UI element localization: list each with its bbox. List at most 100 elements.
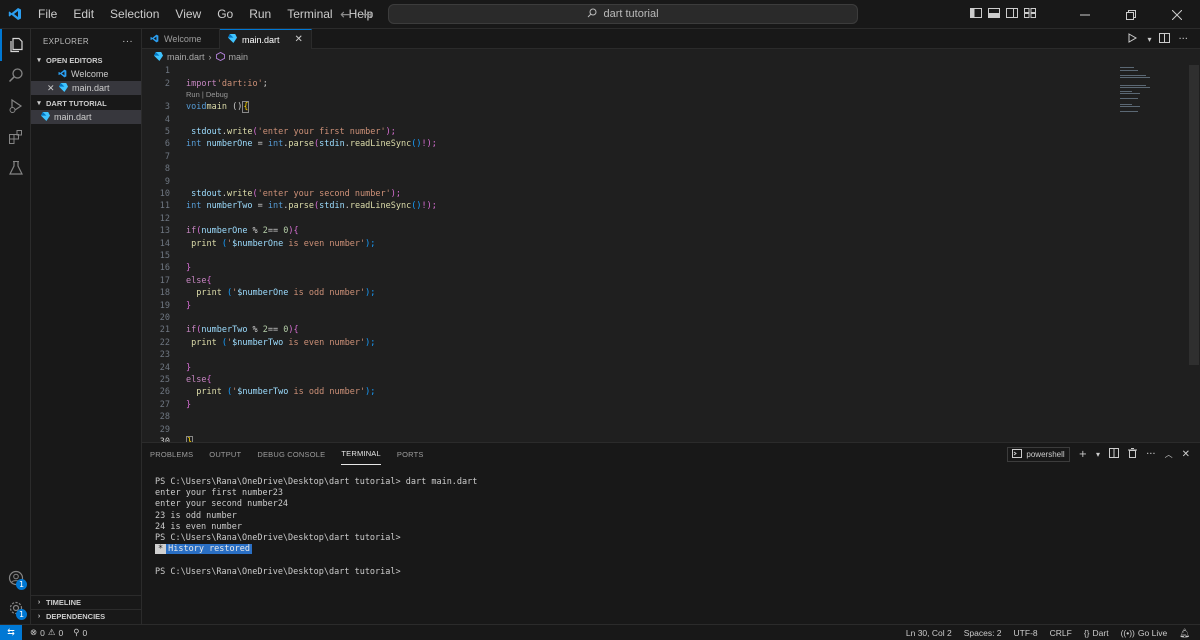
remote-icon[interactable]: ⇆: [0, 624, 22, 640]
toggle-panel-icon[interactable]: [988, 8, 1000, 21]
menu-go[interactable]: Go: [209, 0, 241, 29]
menu-bar: File Edit Selection View Go Run Terminal…: [30, 0, 381, 29]
timeline-section[interactable]: › TIMELINE: [31, 595, 141, 609]
dart-file-icon: [154, 51, 163, 63]
editor-scrollbar[interactable]: [1186, 65, 1200, 442]
history-marker: *: [155, 544, 167, 555]
code-line-11: int numberTwo = int. parse(stdin. readLine…: [186, 201, 437, 212]
trash-icon[interactable]: [1128, 447, 1138, 461]
close-icon[interactable]: ✕: [47, 83, 55, 94]
chevron-down-icon[interactable]: ▾: [1147, 35, 1151, 44]
menu-edit[interactable]: Edit: [65, 0, 102, 29]
menu-view[interactable]: View: [167, 0, 209, 29]
terminal-line: PS C:\Users\Rana\OneDrive\Desktop\dart t…: [155, 532, 401, 543]
line-number: 3: [164, 102, 170, 113]
terminal-line: 23 is odd number: [155, 510, 237, 521]
tab-main-dart[interactable]: main.dart ✕: [220, 29, 312, 49]
broadcast-icon: ((•)): [1120, 628, 1135, 638]
command-center[interactable]: dart tutorial: [388, 4, 858, 24]
end-of-line[interactable]: CRLF: [1050, 628, 1072, 638]
notifications-bell-icon[interactable]: 🔔︎: [1179, 628, 1190, 639]
minimize-button[interactable]: [1062, 0, 1108, 29]
tab-terminal[interactable]: TERMINAL: [341, 443, 381, 465]
line-number: 28: [159, 412, 170, 423]
breadcrumb-symbol[interactable]: main: [229, 52, 249, 62]
encoding[interactable]: UTF-8: [1014, 628, 1038, 638]
close-icon[interactable]: ✕: [295, 34, 303, 45]
explorer-sidebar: EXPLORER ··· ▾ OPEN EDITORS Welcome ✕ ma…: [31, 29, 142, 624]
open-editors-section[interactable]: ▾ OPEN EDITORS: [31, 53, 141, 67]
ports-status[interactable]: ⚲ 0: [73, 627, 87, 638]
code-editor[interactable]: 1 2 3 4 5 6 7 8 9 10 11 12 13 14 15 16 1…: [142, 65, 1200, 442]
cursor-position[interactable]: Ln 30, Col 2: [906, 628, 952, 638]
split-editor-icon[interactable]: [1159, 32, 1171, 46]
manage-gear-icon[interactable]: 1: [0, 592, 31, 624]
problems-status[interactable]: ⊗ 0 ⚠ 0: [30, 627, 63, 638]
tab-output[interactable]: OUTPUT: [209, 443, 241, 465]
toggle-secondary-sidebar-icon[interactable]: [1006, 8, 1018, 21]
language-mode[interactable]: {} Dart: [1084, 628, 1109, 638]
close-panel-icon[interactable]: ✕: [1182, 449, 1190, 460]
radio-tower-icon: ⚲: [73, 627, 80, 637]
vscode-logo-icon: [0, 0, 30, 29]
terminal-shell-selector[interactable]: powershell: [1007, 446, 1070, 462]
search-view-icon[interactable]: [0, 59, 31, 91]
toggle-primary-sidebar-icon[interactable]: [970, 8, 982, 21]
file-main-dart[interactable]: main.dart: [31, 110, 141, 124]
extensions-icon[interactable]: [0, 121, 31, 153]
menu-file[interactable]: File: [30, 0, 65, 29]
command-center-text: dart tutorial: [603, 8, 659, 20]
tab-welcome[interactable]: Welcome: [142, 29, 220, 49]
run-debug-codelens[interactable]: Run | Debug: [186, 90, 228, 99]
run-dart-icon[interactable]: [1127, 32, 1139, 46]
testing-flask-icon[interactable]: [0, 152, 31, 184]
open-editor-label: Welcome: [71, 69, 109, 79]
line-number: 25: [159, 374, 170, 385]
minimap[interactable]: [1118, 65, 1158, 125]
line-number: 2: [164, 78, 170, 89]
menu-terminal[interactable]: Terminal: [279, 0, 340, 29]
code-line-21: if(numberTwo % 2 == 0){: [186, 325, 299, 336]
more-actions-icon[interactable]: ···: [1146, 449, 1156, 460]
tab-ports[interactable]: PORTS: [397, 443, 424, 465]
forward-arrow-icon[interactable]: →: [362, 7, 374, 23]
dependencies-section[interactable]: › DEPENDENCIES: [31, 609, 141, 623]
more-actions-icon[interactable]: ···: [1178, 34, 1188, 45]
code-line-25: else{: [186, 374, 212, 385]
accounts-icon[interactable]: 1: [0, 562, 31, 594]
back-arrow-icon[interactable]: ←: [340, 7, 352, 23]
chevron-down-icon[interactable]: ▾: [1096, 450, 1100, 459]
open-editor-welcome[interactable]: Welcome: [31, 67, 141, 81]
accounts-badge: 1: [16, 579, 27, 590]
dependencies-label: DEPENDENCIES: [46, 612, 106, 621]
project-section[interactable]: ▾ DART TUTORIAL: [31, 96, 141, 110]
customize-layout-icon[interactable]: [1024, 8, 1036, 21]
status-right: Ln 30, Col 2 Spaces: 2 UTF-8 CRLF {} Dart…: [906, 625, 1190, 640]
go-live-button[interactable]: ((•)) Go Live: [1121, 628, 1168, 638]
indentation[interactable]: Spaces: 2: [964, 628, 1002, 638]
maximize-panel-icon[interactable]: ︿: [1165, 449, 1173, 460]
editor-tabs: Welcome main.dart ✕ ▾ ···: [142, 29, 1200, 49]
code-line-13: if(numberOne % 2 == 0){: [186, 226, 299, 237]
breadcrumb-file[interactable]: main.dart: [167, 52, 205, 62]
tab-label: main.dart: [242, 34, 280, 45]
split-terminal-icon[interactable]: [1109, 447, 1120, 461]
new-terminal-icon[interactable]: +: [1079, 449, 1087, 460]
terminal-line: enter your second number24: [155, 499, 289, 510]
chevron-right-icon: ›: [37, 613, 41, 620]
line-number: 1: [164, 66, 170, 77]
close-window-button[interactable]: [1154, 0, 1200, 29]
terminal-line: 24 is even number: [155, 521, 242, 532]
tab-problems[interactable]: PROBLEMS: [150, 443, 193, 465]
error-icon: ⊗: [30, 627, 38, 637]
open-editor-main-dart[interactable]: ✕ main.dart: [31, 81, 141, 95]
more-actions-icon[interactable]: ···: [122, 36, 133, 47]
tab-debug-console[interactable]: DEBUG CONSOLE: [257, 443, 325, 465]
menu-run[interactable]: Run: [241, 0, 279, 29]
run-debug-icon[interactable]: [0, 90, 31, 122]
restore-button[interactable]: [1108, 0, 1154, 29]
chevron-right-icon: ›: [37, 599, 41, 606]
terminal-output[interactable]: PS C:\Users\Rana\OneDrive\Desktop\dart t…: [155, 477, 477, 578]
explorer-icon[interactable]: [0, 29, 31, 61]
menu-selection[interactable]: Selection: [102, 0, 167, 29]
